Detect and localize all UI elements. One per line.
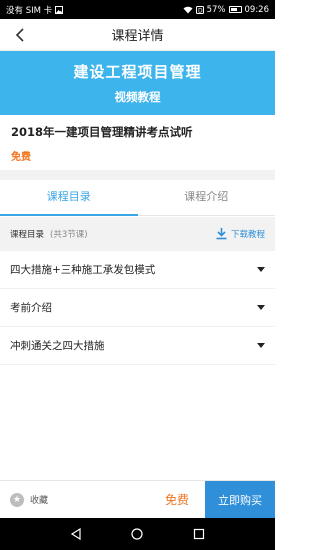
download-icon [216, 228, 227, 240]
favorite-button[interactable]: ★ 收藏 [0, 492, 49, 507]
list-item[interactable]: 考前介绍 [0, 289, 275, 327]
banner-subtitle: 视频教程 [114, 90, 161, 104]
nav-back-button[interactable] [70, 528, 82, 540]
tab-catalog[interactable]: 课程目录 [0, 180, 138, 216]
triangle-back-icon [70, 528, 81, 540]
course-price: 免费 [11, 152, 31, 163]
list-item[interactable]: 四大措施+三种施工承发包模式 [0, 251, 275, 289]
tab-bar: 课程目录 课程介绍 [0, 180, 275, 216]
download-label: 下载教程 [230, 230, 265, 240]
caret-down-icon [257, 267, 265, 272]
download-button[interactable]: 下载教程 [216, 228, 265, 240]
clock: 09:26 [244, 4, 270, 15]
section-divider [0, 170, 275, 180]
carrier-text: 没有 SIM 卡 [6, 5, 53, 16]
lesson-list: 四大措施+三种施工承发包模式 考前介绍 冲刺通关之四大措施 [0, 251, 275, 365]
system-nav-bar [0, 518, 275, 550]
image-notification-icon [55, 5, 64, 14]
page-title: 课程详情 [111, 29, 164, 44]
catalog-header: 课程目录 (共3节课) 下载教程 [0, 217, 275, 251]
bottom-price: 免费 [164, 493, 189, 507]
star-icon: ★ [10, 492, 24, 507]
catalog-label: 课程目录 [10, 230, 45, 240]
nav-home-button[interactable] [131, 528, 144, 540]
lesson-title: 考前介绍 [10, 302, 52, 314]
data-saver-icon: D [195, 5, 204, 14]
svg-text:D: D [198, 7, 203, 14]
chevron-left-icon [15, 28, 24, 42]
favorite-label: 收藏 [30, 496, 49, 506]
caret-down-icon [257, 305, 265, 310]
lesson-title: 冲刺通关之四大措施 [10, 340, 105, 352]
battery-percent: 57% [206, 4, 226, 15]
course-title: 2018年一建项目管理精讲考点试听 [11, 125, 193, 139]
lesson-title: 四大措施+三种施工承发包模式 [10, 264, 156, 276]
lesson-count: (共3节课) [50, 230, 88, 240]
list-item[interactable]: 冲刺通关之四大措施 [0, 327, 275, 365]
banner-title: 建设工程项目管理 [73, 63, 202, 81]
buy-now-button[interactable]: 立即购买 [205, 480, 275, 519]
back-button[interactable] [10, 25, 30, 45]
bottom-action-bar: ★ 收藏 免费 立即购买 [0, 480, 275, 519]
tab-introduction[interactable]: 课程介绍 [138, 180, 276, 215]
nav-recents-button[interactable] [193, 528, 205, 540]
caret-down-icon [257, 343, 265, 348]
status-bar: 没有 SIM 卡 D 57% 09:26 [0, 0, 275, 19]
course-banner: 建设工程项目管理 视频教程 [0, 51, 275, 115]
square-recents-icon [194, 528, 205, 540]
nav-bar: 课程详情 [0, 19, 275, 51]
battery-icon [228, 6, 242, 13]
circle-home-icon [131, 528, 144, 540]
wifi-icon [183, 6, 193, 13]
